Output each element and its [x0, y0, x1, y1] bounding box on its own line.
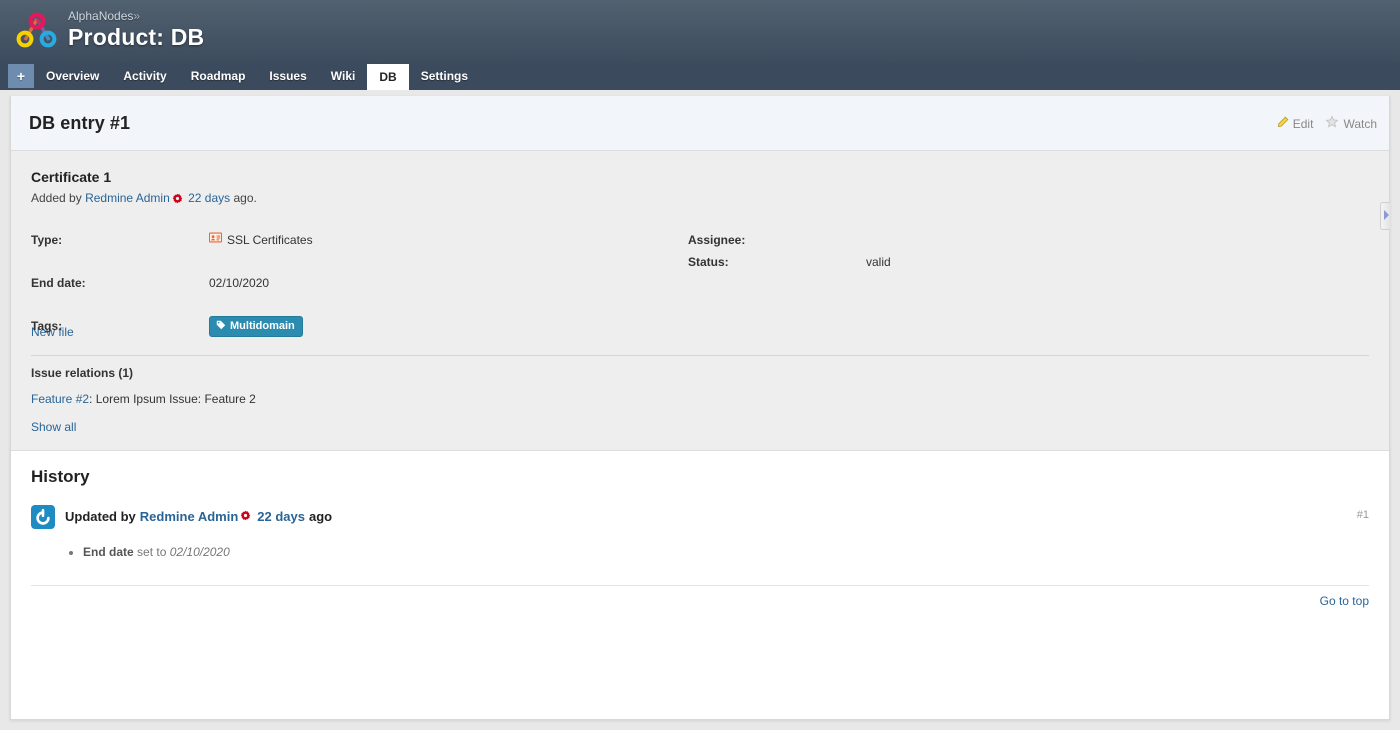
- time-ago-link[interactable]: 22 days: [188, 191, 230, 205]
- tab-activity[interactable]: Activity: [111, 62, 178, 90]
- breadcrumb-separator: »: [133, 9, 141, 23]
- alphanodes-logo-icon[interactable]: [16, 10, 58, 52]
- history-section: History Updated by Redmine Admin 22 days ag…: [11, 451, 1389, 618]
- history-title: History: [31, 467, 90, 486]
- tab-issues[interactable]: Issues: [257, 62, 318, 90]
- time-suffix: ago.: [233, 191, 257, 205]
- tab-list: + Overview Activity Roadmap Issues Wiki …: [0, 62, 1400, 90]
- tag-icon: [216, 320, 226, 333]
- watch-button[interactable]: Watch: [1325, 115, 1377, 132]
- relation-separator: :: [89, 392, 93, 406]
- main-menu-bar: + Overview Activity Roadmap Issues Wiki …: [0, 62, 1400, 90]
- star-icon: [1325, 115, 1339, 132]
- tag-label: Multidomain: [230, 320, 295, 332]
- gear-red-icon: [172, 193, 183, 207]
- attributes-divider: [31, 355, 1369, 356]
- go-to-top-row: Go to top: [31, 586, 1369, 608]
- journal-detail-item: End date set to 02/10/2020: [83, 543, 1369, 561]
- show-all-link[interactable]: Show all: [31, 420, 76, 434]
- tab-roadmap[interactable]: Roadmap: [179, 62, 258, 90]
- tags-label: Tags:: [31, 319, 63, 333]
- journal-entry: Updated by Redmine Admin 22 daysago #1 End…: [31, 505, 1369, 561]
- attribute-row-tags: Tags: Multidomain: [31, 315, 671, 337]
- attribute-row-status: Status: valid: [688, 251, 1328, 273]
- breadcrumb[interactable]: AlphaNodes»: [68, 9, 204, 23]
- attributes-left-column: Type: SSL Certificates End date: 02/10/2…: [31, 229, 671, 337]
- tab-overview[interactable]: Overview: [34, 62, 111, 90]
- chevron-right-icon: [1383, 209, 1389, 223]
- contact-card-icon: [208, 229, 223, 251]
- journal-time-link[interactable]: 22 days: [257, 505, 305, 529]
- issue-relations-title: Issue relations (1): [31, 366, 134, 380]
- relation-subject: Lorem Ipsum Issue: Feature 2: [95, 392, 256, 406]
- author-link[interactable]: Redmine Admin: [85, 191, 170, 205]
- breadcrumb-project[interactable]: AlphaNodes: [68, 9, 133, 23]
- status-label: Status:: [688, 255, 729, 269]
- status-value: valid: [866, 255, 891, 269]
- detail-value: 02/10/2020: [169, 545, 230, 559]
- journal-anchor[interactable]: #1: [1357, 509, 1369, 521]
- journal-details-list: End date set to 02/10/2020: [65, 543, 1369, 561]
- updated-by-label: Updated by: [65, 509, 136, 524]
- gear-red-icon: [240, 505, 251, 529]
- header-titles: AlphaNodes» Product: DB: [68, 9, 204, 51]
- tag-badge-multidomain[interactable]: Multidomain: [209, 315, 303, 337]
- type-value: SSL Certificates: [208, 229, 313, 251]
- end-date-label: End date:: [31, 276, 86, 290]
- add-tab-button[interactable]: +: [8, 64, 34, 88]
- entry-title: Certificate 1: [31, 169, 112, 185]
- tab-db[interactable]: DB: [367, 64, 409, 90]
- edit-button[interactable]: Edit: [1276, 116, 1314, 132]
- journal-author-link[interactable]: Redmine Admin: [140, 505, 238, 529]
- detail-action: set to: [137, 545, 167, 559]
- journal-header: Updated by Redmine Admin 22 days ago: [65, 505, 1369, 529]
- show-all-row: Show all: [31, 420, 1369, 434]
- content-header: DB entry #1 Edit Watch: [11, 96, 1389, 151]
- journal-time-suffix: ago: [308, 509, 333, 524]
- edit-label: Edit: [1292, 116, 1314, 131]
- entry-author-line: Added by Redmine Admin 22 days ago.: [31, 191, 1369, 207]
- pencil-icon: [1276, 116, 1289, 132]
- attribute-row-assignee: Assignee:: [688, 229, 1328, 251]
- attribute-row-type: Type: SSL Certificates: [31, 229, 671, 251]
- db-entry-attributes: Certificate 1 Added by Redmine Admin 22 …: [11, 151, 1389, 451]
- go-to-top-link[interactable]: Go to top: [1320, 594, 1369, 608]
- attributes-grid: Type: SSL Certificates End date: 02/10/2…: [31, 229, 1369, 337]
- issue-relation-item: Feature #2: Lorem Ipsum Issue: Feature 2: [31, 392, 1369, 406]
- sidebar-toggle-button[interactable]: [1380, 202, 1390, 230]
- page-wrapper: DB entry #1 Edit Watch Certificate 1 Add…: [10, 96, 1390, 720]
- detail-field: End date: [83, 545, 134, 559]
- top-header-bar: AlphaNodes» Product: DB: [0, 0, 1400, 62]
- relation-issue-link[interactable]: Feature #2: [31, 392, 89, 406]
- watch-label: Watch: [1343, 116, 1377, 131]
- page-title: Product: DB: [68, 24, 205, 50]
- end-date-value: 02/10/2020: [209, 276, 270, 290]
- type-label: Type:: [31, 233, 63, 247]
- tags-value: Multidomain: [209, 315, 303, 337]
- type-value-text: SSL Certificates: [227, 233, 313, 247]
- attributes-right-column: Assignee: Status: valid: [688, 229, 1328, 273]
- assignee-label: Assignee:: [688, 233, 746, 247]
- gravatar-avatar-icon: [31, 505, 55, 529]
- tab-settings[interactable]: Settings: [409, 62, 480, 90]
- added-by-label: Added by: [31, 191, 82, 205]
- entry-heading: DB entry #1: [29, 113, 131, 133]
- tab-wiki[interactable]: Wiki: [319, 62, 368, 90]
- attribute-row-end-date: End date: 02/10/2020: [31, 272, 671, 294]
- contextual-actions: Edit Watch: [1276, 115, 1377, 132]
